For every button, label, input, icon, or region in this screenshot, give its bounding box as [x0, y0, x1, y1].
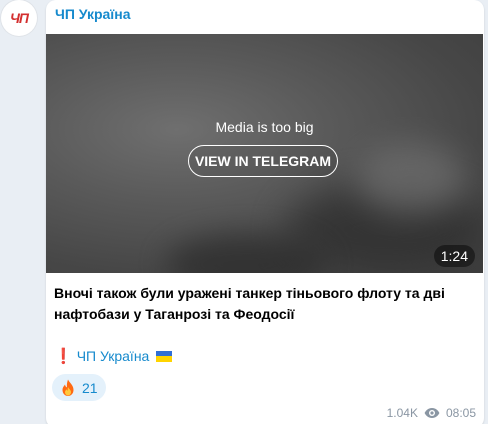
reaction-count: 21 — [82, 379, 98, 396]
channel-logo: ЧП — [10, 10, 29, 26]
post-text: Вночі також були уражені танкер тіньовог… — [54, 285, 445, 322]
view-in-telegram-button[interactable]: VIEW IN TELEGRAM — [188, 145, 338, 177]
post-signature: ❗ ЧП Україна — [54, 347, 173, 365]
views-count: 1.04K — [386, 406, 418, 420]
media-preview[interactable]: Media is too big VIEW IN TELEGRAM 1:24 — [46, 34, 483, 273]
fire-icon — [62, 379, 74, 396]
reaction-fire-button[interactable]: 21 — [52, 374, 106, 401]
telegram-post-page: ЧП ЧП Україна Media is too big VIEW IN T… — [0, 0, 488, 424]
signature-channel-link[interactable]: ЧП Україна — [77, 348, 150, 364]
channel-avatar[interactable]: ЧП — [1, 0, 37, 36]
ukraine-flag-icon — [156, 350, 173, 362]
eye-icon — [424, 408, 440, 418]
video-duration-badge: 1:24 — [433, 245, 475, 267]
exclamation-icon: ❗ — [54, 348, 73, 365]
post-time: 08:05 — [445, 406, 476, 420]
media-blur-shape — [356, 144, 466, 214]
channel-name-link[interactable]: ЧП Україна — [55, 6, 131, 22]
message-bubble: ЧП Україна Media is too big VIEW IN TELE… — [46, 0, 484, 424]
media-too-big-notice: Media is too big — [215, 119, 314, 135]
message-meta: 1.04K 08:05 — [387, 406, 476, 420]
